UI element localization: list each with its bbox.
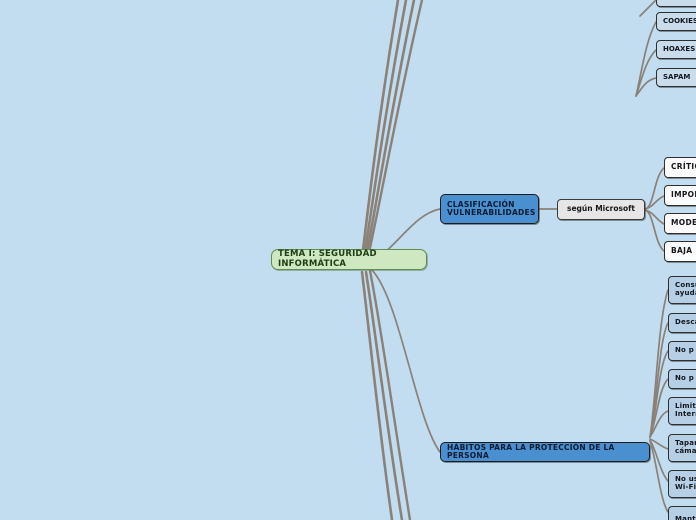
topright-node-hoaxes[interactable]: HOAXES [656, 40, 696, 59]
habit-node-1[interactable]: Descargar [668, 313, 696, 333]
habit-node-1-label: Descargar [675, 318, 696, 327]
severity-node-importante-label: IMPORTANTE [671, 190, 696, 200]
habit-node-6[interactable]: No usar Wi-Fi [668, 470, 696, 498]
severity-node-critica-label: CRÍTICA [671, 162, 696, 172]
severity-node-baja[interactable]: BAJA [664, 241, 696, 262]
topright-node-cookies[interactable]: COOKIES [656, 12, 696, 31]
subnode-segun-microsoft-label: según Microsoft [566, 204, 635, 214]
topright-node-sapam-label: SAPAM [663, 72, 691, 81]
habit-node-6-label: No usar Wi-Fi [675, 475, 696, 491]
branch-node-clasificacion[interactable]: CLASIFICACIÓN VULNERABILIDADES [440, 194, 539, 224]
habit-node-7[interactable]: Mantener [668, 506, 696, 520]
severity-node-baja-label: BAJA [671, 246, 693, 256]
habit-node-0-label: Consultar ayuda [675, 281, 696, 297]
habit-node-4-label: Limitar Internet [675, 402, 696, 418]
habit-node-7-label: Mantener [675, 515, 696, 520]
branch-node-habitos[interactable]: HÁBITOS PARA LA PROTECCIÓN DE LA PERSONA [440, 442, 650, 462]
topright-node-sapam[interactable]: SAPAM [656, 68, 696, 87]
habit-node-4[interactable]: Limitar Internet [668, 397, 696, 425]
habit-node-5[interactable]: Tapar cámara [668, 434, 696, 462]
severity-node-moderada-label: MODERADA [671, 218, 696, 228]
top-clipped-node[interactable] [656, 0, 696, 7]
mindmap-canvas[interactable]: TEMA I: SEGURIDAD INFORMÁTICA CLASIFICAC… [0, 0, 696, 520]
habit-node-2-label: No p [675, 346, 694, 355]
root-node[interactable]: TEMA I: SEGURIDAD INFORMÁTICA [271, 249, 427, 270]
branch-node-clasificacion-label: CLASIFICACIÓN VULNERABILIDADES [447, 199, 536, 217]
habit-node-3-label: No p [675, 374, 694, 383]
habit-node-5-label: Tapar cámara [675, 439, 696, 455]
habit-node-2[interactable]: No p [668, 341, 696, 361]
severity-node-critica[interactable]: CRÍTICA [664, 157, 696, 178]
topright-node-cookies-label: COOKIES [663, 16, 696, 25]
root-node-label: TEMA I: SEGURIDAD INFORMÁTICA [278, 248, 377, 269]
severity-node-moderada[interactable]: MODERADA [664, 213, 696, 234]
habit-node-0[interactable]: Consultar ayuda [668, 276, 696, 304]
subnode-segun-microsoft[interactable]: según Microsoft [557, 199, 645, 220]
branch-node-habitos-label: HÁBITOS PARA LA PROTECCIÓN DE LA PERSONA [447, 442, 615, 460]
topright-node-hoaxes-label: HOAXES [663, 44, 696, 53]
habit-node-3[interactable]: No p [668, 369, 696, 389]
severity-node-importante[interactable]: IMPORTANTE [664, 185, 696, 206]
